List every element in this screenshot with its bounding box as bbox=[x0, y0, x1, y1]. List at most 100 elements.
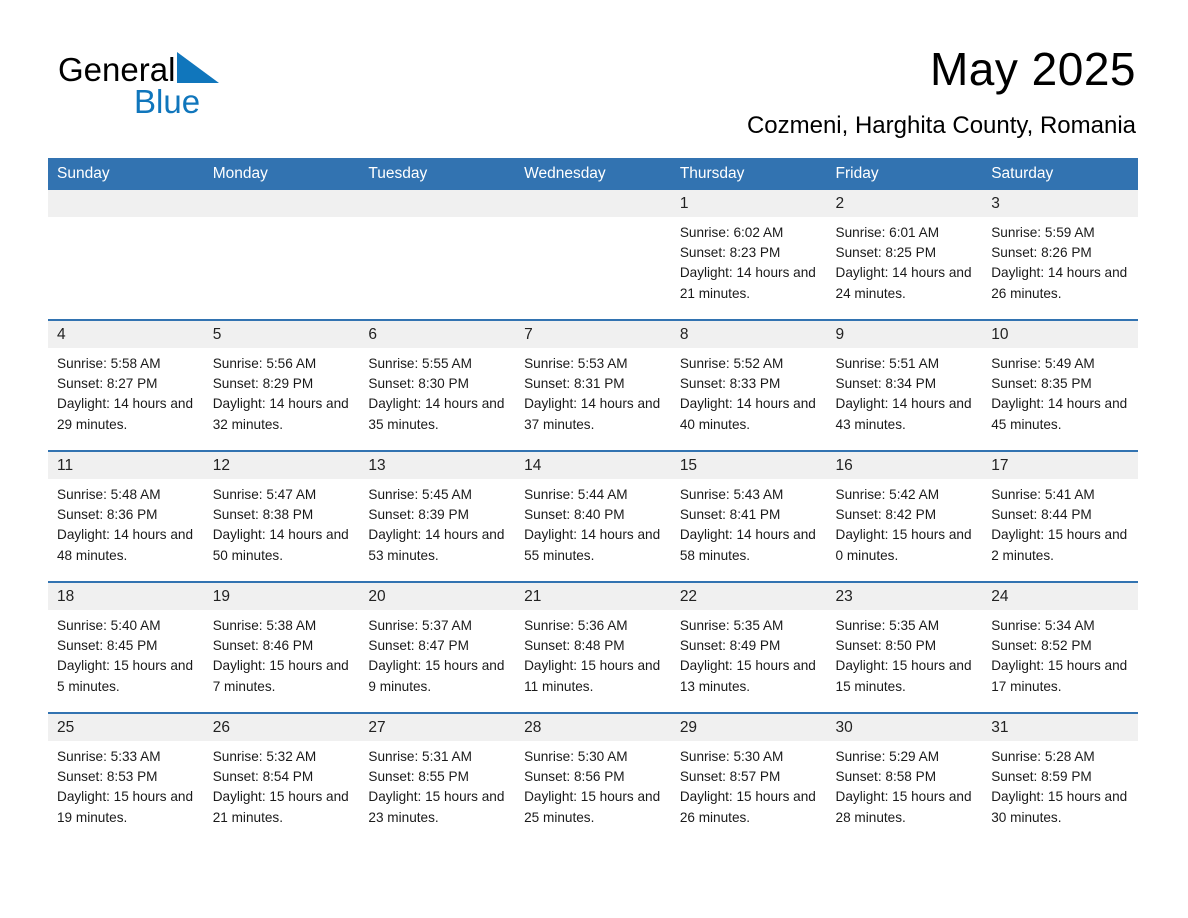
daylight-text: Daylight: 15 hours and 2 minutes. bbox=[991, 527, 1128, 563]
day-details: Sunrise: 5:36 AM Sunset: 8:48 PM Daylight:… bbox=[515, 610, 671, 712]
day-details: Sunrise: 5:30 AM Sunset: 8:56 PM Daylight:… bbox=[515, 741, 671, 843]
day-number: 4 bbox=[48, 321, 204, 348]
sunrise-text: Sunrise: 5:35 AM bbox=[679, 618, 784, 633]
weekday-header-wednesday: Wednesday bbox=[515, 158, 671, 190]
calendar-day-cell[interactable]: 20 Sunrise: 5:37 AM Sunset: 8:47 PM Dayligh… bbox=[359, 581, 516, 713]
day-number: 10 bbox=[982, 321, 1138, 348]
sunrise-text: Sunrise: 5:47 AM bbox=[212, 487, 317, 502]
calendar-day-cell[interactable]: 2 Sunrise: 6:01 AM Sunset: 8:25 PM Daylight… bbox=[826, 190, 983, 320]
calendar-day-cell[interactable]: 17 Sunrise: 5:41 AM Sunset: 8:44 PM Dayligh… bbox=[982, 450, 1138, 582]
calendar-day-cell[interactable]: 27 Sunrise: 5:31 AM Sunset: 8:55 PM Dayligh… bbox=[359, 712, 516, 843]
logo-triangle-icon bbox=[175, 50, 221, 89]
calendar-day-cell[interactable]: 15 Sunrise: 5:43 AM Sunset: 8:41 PM Dayligh… bbox=[670, 450, 827, 582]
sunset-text: Sunset: 8:45 PM bbox=[57, 638, 158, 654]
day-number: 30 bbox=[826, 714, 983, 741]
day-details: Sunrise: 5:48 AM Sunset: 8:36 PM Daylight:… bbox=[48, 479, 204, 581]
calendar-day-cell[interactable]: 24 Sunrise: 5:34 AM Sunset: 8:52 PM Dayligh… bbox=[982, 581, 1138, 713]
day-details: Sunrise: 5:58 AM Sunset: 8:27 PM Daylight:… bbox=[48, 348, 204, 450]
sunset-text: Sunset: 8:49 PM bbox=[679, 638, 781, 654]
sunset-text: Sunset: 8:30 PM bbox=[368, 376, 469, 392]
sunset-text: Sunset: 8:56 PM bbox=[524, 769, 625, 785]
calendar-day-cell[interactable]: 12 Sunrise: 5:47 AM Sunset: 8:38 PM Dayligh… bbox=[203, 450, 360, 582]
calendar-empty-cell bbox=[515, 190, 671, 320]
sunrise-text: Sunrise: 5:58 AM bbox=[57, 356, 161, 371]
day-details: Sunrise: 5:51 AM Sunset: 8:34 PM Daylight:… bbox=[827, 348, 983, 450]
day-details: Sunrise: 5:45 AM Sunset: 8:39 PM Daylight:… bbox=[359, 479, 515, 581]
sunrise-text: Sunrise: 5:48 AM bbox=[57, 487, 161, 502]
day-details: Sunrise: 5:53 AM Sunset: 8:31 PM Daylight:… bbox=[515, 348, 671, 450]
daylight-text: Daylight: 14 hours and 37 minutes. bbox=[524, 396, 661, 432]
daylight-text: Daylight: 15 hours and 9 minutes. bbox=[368, 658, 505, 694]
calendar-day-cell[interactable]: 5 Sunrise: 5:56 AM Sunset: 8:29 PM Daylight… bbox=[203, 319, 360, 451]
day-details: Sunrise: 5:30 AM Sunset: 8:57 PM Daylight:… bbox=[671, 741, 827, 843]
calendar-day-cell[interactable]: 14 Sunrise: 5:44 AM Sunset: 8:40 PM Dayligh… bbox=[515, 450, 671, 582]
calendar-day-cell[interactable]: 11 Sunrise: 5:48 AM Sunset: 8:36 PM Dayligh… bbox=[48, 450, 204, 582]
page-masthead: General Blue May 2025 Cozmeni, Harghita … bbox=[0, 0, 1188, 139]
calendar-day-cell[interactable]: 31 Sunrise: 5:28 AM Sunset: 8:59 PM Dayligh… bbox=[982, 712, 1138, 843]
sunset-text: Sunset: 8:29 PM bbox=[212, 376, 314, 392]
day-number: 28 bbox=[515, 714, 671, 741]
calendar-day-cell[interactable]: 26 Sunrise: 5:32 AM Sunset: 8:54 PM Dayligh… bbox=[203, 712, 360, 843]
daylight-text: Daylight: 15 hours and 13 minutes. bbox=[679, 658, 816, 694]
day-details: Sunrise: 5:34 AM Sunset: 8:52 PM Daylight:… bbox=[982, 610, 1138, 712]
daylight-text: Daylight: 14 hours and 58 minutes. bbox=[679, 527, 816, 563]
calendar-week-row: 18 Sunrise: 5:40 AM Sunset: 8:45 PM Dayligh… bbox=[48, 581, 1138, 713]
day-number bbox=[48, 190, 204, 217]
daylight-text: Daylight: 15 hours and 7 minutes. bbox=[212, 658, 349, 694]
sunset-text: Sunset: 8:31 PM bbox=[524, 376, 625, 392]
sunset-text: Sunset: 8:42 PM bbox=[835, 507, 937, 523]
calendar-day-cell[interactable]: 23 Sunrise: 5:35 AM Sunset: 8:50 PM Dayligh… bbox=[826, 581, 983, 713]
calendar-day-cell[interactable]: 25 Sunrise: 5:33 AM Sunset: 8:53 PM Dayligh… bbox=[48, 712, 204, 843]
day-number: 27 bbox=[359, 714, 516, 741]
logo-text-blue: Blue bbox=[134, 83, 201, 120]
calendar-day-cell[interactable]: 16 Sunrise: 5:42 AM Sunset: 8:42 PM Dayligh… bbox=[826, 450, 983, 582]
calendar-day-cell[interactable]: 6 Sunrise: 5:55 AM Sunset: 8:30 PM Daylight… bbox=[359, 319, 516, 451]
sunset-text: Sunset: 8:39 PM bbox=[368, 507, 469, 523]
daylight-text: Daylight: 14 hours and 29 minutes. bbox=[57, 396, 194, 432]
calendar-day-cell[interactable]: 7 Sunrise: 5:53 AM Sunset: 8:31 PM Daylight… bbox=[515, 319, 671, 451]
day-number: 14 bbox=[515, 452, 671, 479]
generalblue-logo[interactable]: General Blue bbox=[58, 50, 221, 118]
calendar-day-cell[interactable]: 18 Sunrise: 5:40 AM Sunset: 8:45 PM Dayligh… bbox=[48, 581, 204, 713]
day-details bbox=[48, 217, 204, 319]
calendar-day-cell[interactable]: 1 Sunrise: 6:02 AM Sunset: 8:23 PM Daylight… bbox=[670, 190, 827, 320]
daylight-text: Daylight: 15 hours and 25 minutes. bbox=[524, 789, 661, 825]
day-details: Sunrise: 5:42 AM Sunset: 8:42 PM Daylight:… bbox=[827, 479, 983, 581]
sunset-text: Sunset: 8:44 PM bbox=[991, 507, 1092, 523]
calendar-empty-cell bbox=[359, 190, 516, 320]
calendar-day-cell[interactable]: 28 Sunrise: 5:30 AM Sunset: 8:56 PM Dayligh… bbox=[515, 712, 671, 843]
calendar-day-cell[interactable]: 22 Sunrise: 5:35 AM Sunset: 8:49 PM Dayligh… bbox=[670, 581, 827, 713]
calendar-body: 1 Sunrise: 6:02 AM Sunset: 8:23 PM Daylight… bbox=[48, 190, 1138, 843]
calendar-day-cell[interactable]: 30 Sunrise: 5:29 AM Sunset: 8:58 PM Dayligh… bbox=[826, 712, 983, 843]
day-number: 23 bbox=[826, 583, 983, 610]
day-number bbox=[203, 190, 360, 217]
calendar-day-cell[interactable]: 21 Sunrise: 5:36 AM Sunset: 8:48 PM Dayligh… bbox=[515, 581, 671, 713]
day-number: 2 bbox=[826, 190, 983, 217]
sunset-text: Sunset: 8:27 PM bbox=[57, 376, 158, 392]
calendar-day-cell[interactable]: 4 Sunrise: 5:58 AM Sunset: 8:27 PM Daylight… bbox=[48, 319, 204, 451]
calendar-day-cell[interactable]: 3 Sunrise: 5:59 AM Sunset: 8:26 PM Daylight… bbox=[982, 190, 1138, 320]
sunrise-text: Sunrise: 5:36 AM bbox=[524, 618, 628, 633]
sunrise-text: Sunrise: 5:34 AM bbox=[991, 618, 1095, 633]
daylight-text: Daylight: 15 hours and 19 minutes. bbox=[57, 789, 194, 825]
calendar-day-cell[interactable]: 19 Sunrise: 5:38 AM Sunset: 8:46 PM Dayligh… bbox=[203, 581, 360, 713]
day-details: Sunrise: 5:55 AM Sunset: 8:30 PM Daylight:… bbox=[359, 348, 515, 450]
sunset-text: Sunset: 8:23 PM bbox=[679, 245, 781, 261]
calendar-day-cell[interactable]: 10 Sunrise: 5:49 AM Sunset: 8:35 PM Dayligh… bbox=[982, 319, 1138, 451]
sunrise-text: Sunrise: 5:43 AM bbox=[679, 487, 784, 502]
calendar-day-cell[interactable]: 9 Sunrise: 5:51 AM Sunset: 8:34 PM Daylight… bbox=[826, 319, 983, 451]
calendar-day-cell[interactable]: 8 Sunrise: 5:52 AM Sunset: 8:33 PM Daylight… bbox=[670, 319, 827, 451]
day-details: Sunrise: 5:38 AM Sunset: 8:46 PM Daylight:… bbox=[204, 610, 360, 712]
day-number: 7 bbox=[515, 321, 671, 348]
sunset-text: Sunset: 8:57 PM bbox=[679, 769, 781, 785]
day-number: 26 bbox=[203, 714, 360, 741]
day-details: Sunrise: 5:33 AM Sunset: 8:53 PM Daylight:… bbox=[48, 741, 204, 843]
day-details: Sunrise: 5:29 AM Sunset: 8:58 PM Daylight:… bbox=[827, 741, 983, 843]
daylight-text: Daylight: 14 hours and 32 minutes. bbox=[212, 396, 349, 432]
day-number: 13 bbox=[359, 452, 516, 479]
calendar-day-cell[interactable]: 13 Sunrise: 5:45 AM Sunset: 8:39 PM Dayligh… bbox=[359, 450, 516, 582]
day-details: Sunrise: 6:01 AM Sunset: 8:25 PM Daylight:… bbox=[827, 217, 983, 319]
calendar-day-cell[interactable]: 29 Sunrise: 5:30 AM Sunset: 8:57 PM Dayligh… bbox=[670, 712, 827, 843]
weekday-header-monday: Monday bbox=[203, 158, 360, 190]
daylight-text: Daylight: 15 hours and 11 minutes. bbox=[524, 658, 661, 694]
